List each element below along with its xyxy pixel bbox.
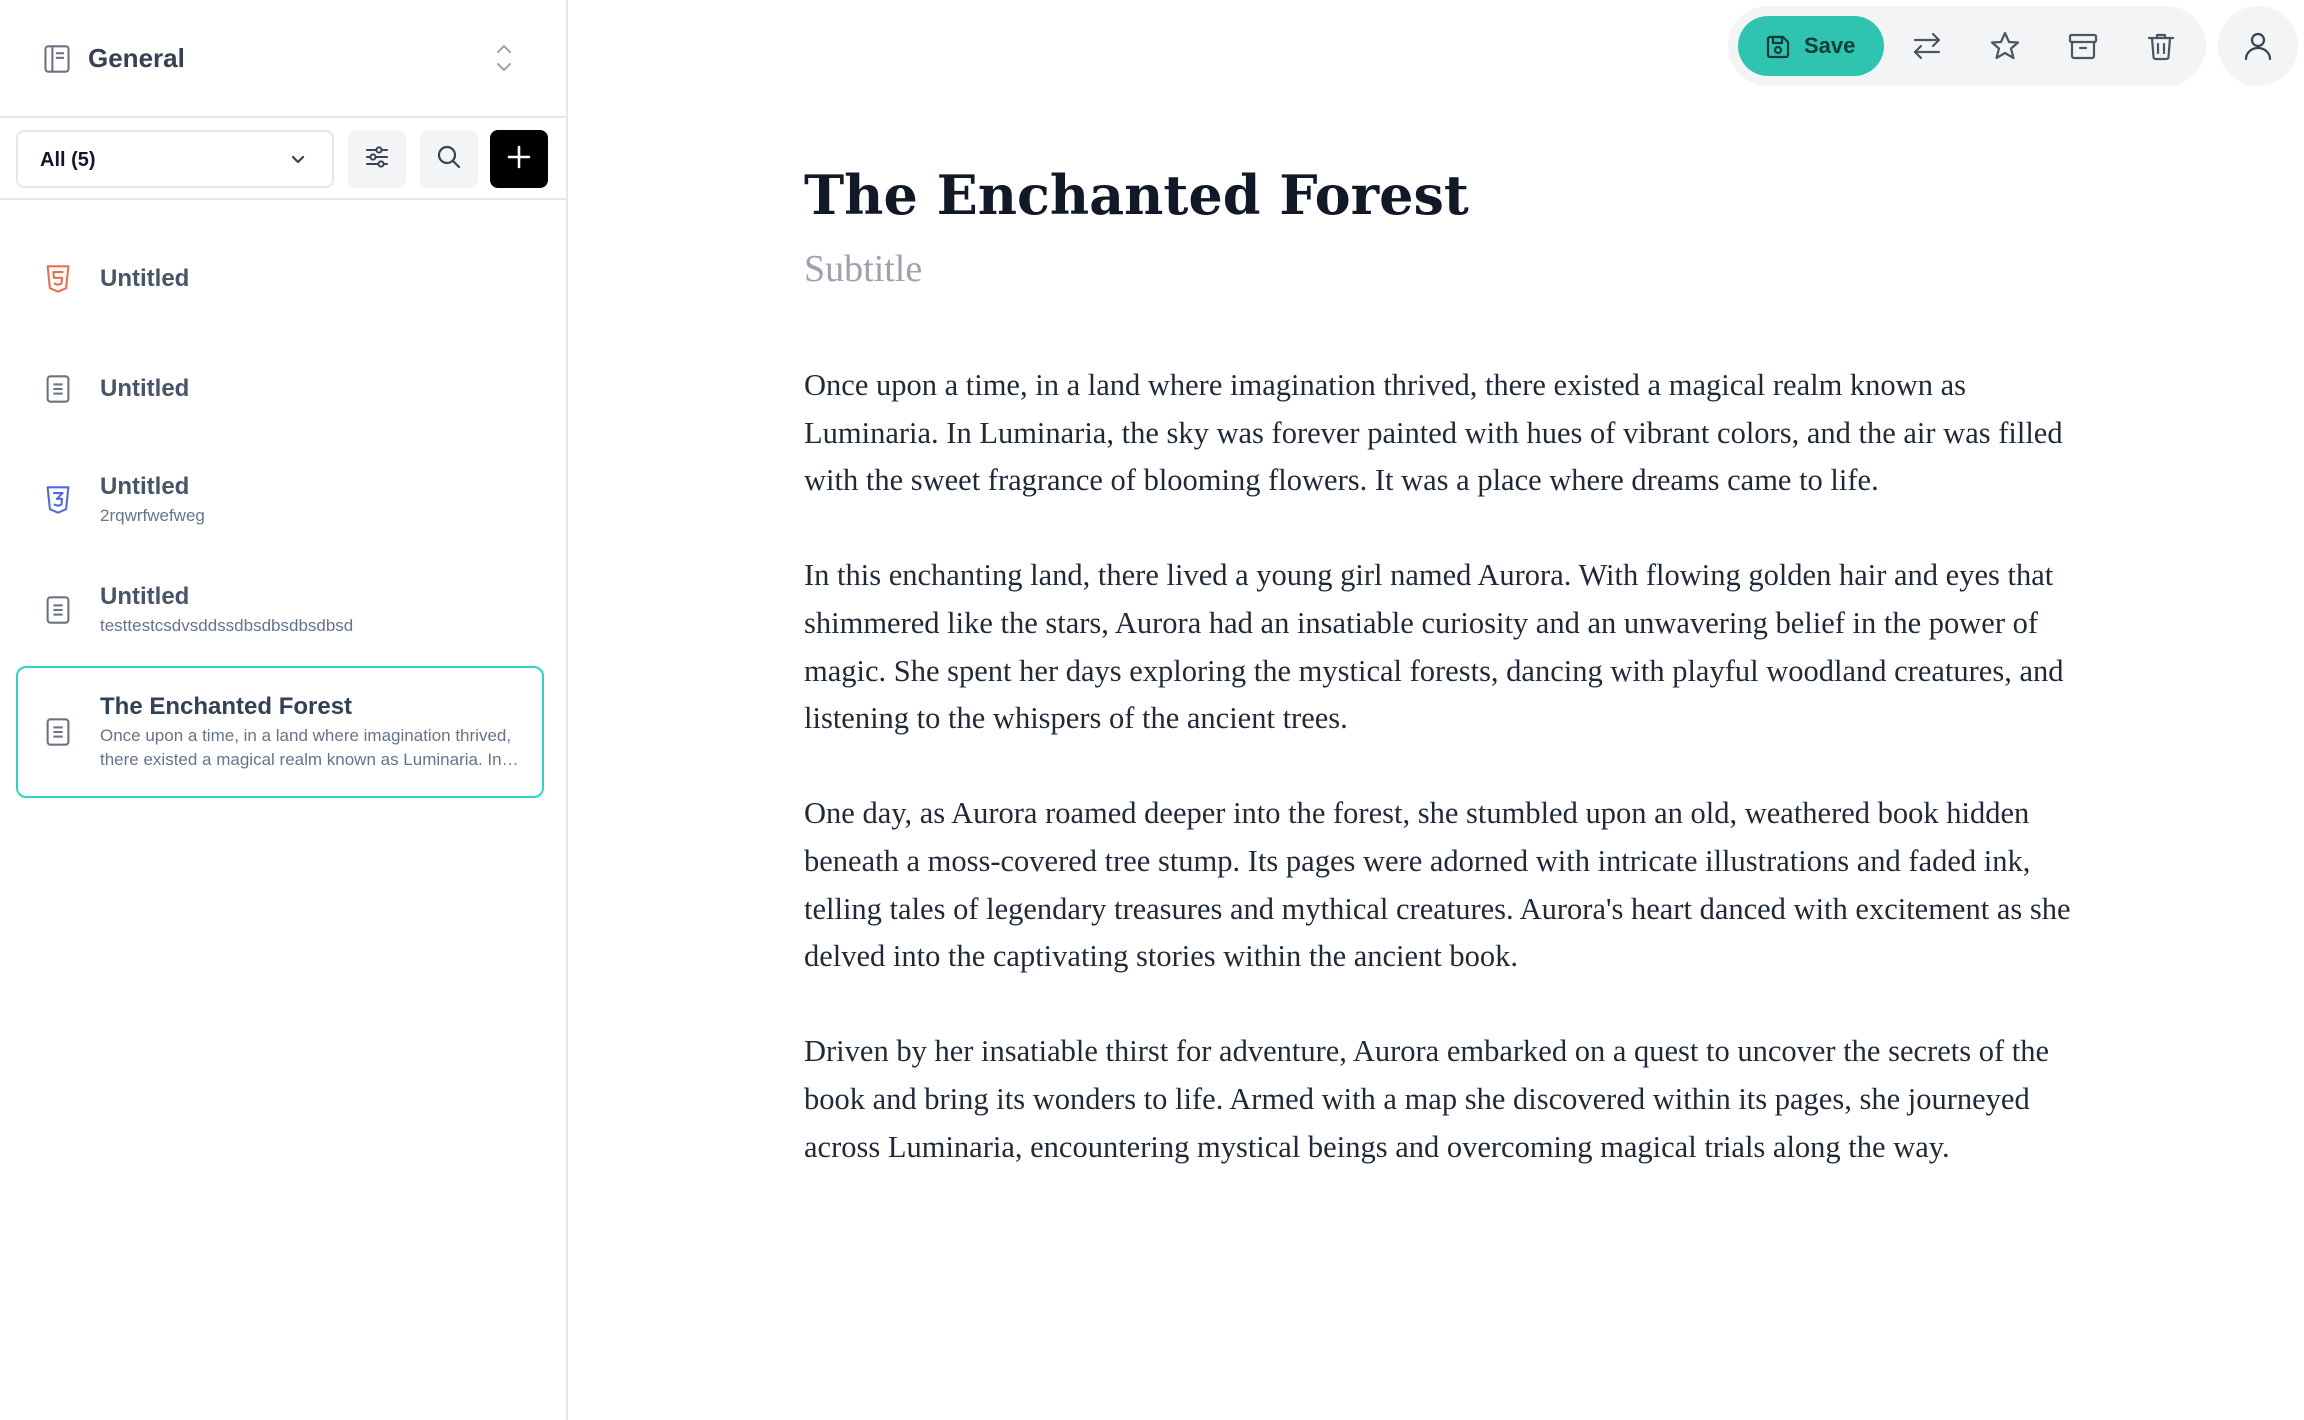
note-title: Untitled [100,583,190,610]
save-button-label: Save [1804,33,1856,58]
note-preview: Once upon a time, in a land where imagin… [100,726,512,769]
archive-icon[interactable] [2066,29,2100,63]
note-title: Untitled [100,265,190,292]
search-icon [435,143,463,176]
body-paragraph: Once upon a time, in a land where imagin… [804,368,2063,498]
html5-icon [44,264,72,294]
note-title: Untitled [100,375,190,402]
swap-icon[interactable] [1910,29,1944,63]
note-title: Untitled [100,473,190,500]
filter-select-value: All (5) [40,149,96,171]
star-icon[interactable] [1988,29,2022,63]
document-body[interactable]: Once upon a time, in a land where imagin… [804,362,2074,1219]
body-paragraph: In this enchanting land, there lived a y… [804,558,2064,736]
chevron-down-icon [288,150,308,170]
body-paragraph: Driven by her insatiable thirst for adve… [804,1034,2049,1164]
profile-button[interactable] [2218,6,2298,86]
filter-select[interactable]: All (5) [16,130,334,188]
search-button[interactable] [420,130,478,188]
document-title[interactable]: The Enchanted Forest [804,160,1469,230]
workspace-name: General [88,43,185,73]
plus-icon [505,143,533,176]
sliders-icon [363,143,391,176]
save-button[interactable]: Save [1738,16,1884,76]
save-icon [1764,33,1792,61]
document-icon [44,374,72,404]
note-title: The Enchanted Forest [100,693,353,720]
subtitle-field[interactable]: Subtitle [804,244,922,294]
sidebar-panel-icon [43,44,71,74]
note-list-item[interactable]: Untitled testtestcsdvsddssdbsdbsdbsdbsd [16,544,544,676]
trash-icon[interactable] [2144,29,2178,63]
app-root: General All (5) Untitled Untitled Untitl… [0,0,2304,1420]
note-preview: testtestcsdvsddssdbsdbsdbsdbsd [100,616,354,635]
filter-settings-button[interactable] [348,130,406,188]
document-icon [44,717,72,747]
workspace-header[interactable]: General [0,0,566,118]
chevron-up-down-icon[interactable] [492,40,516,76]
editor-action-bar: Save [1728,6,2206,86]
new-note-button[interactable] [490,130,548,188]
css3-icon [44,485,72,515]
note-list-item-active[interactable]: The Enchanted Forest Once upon a time, i… [16,666,544,798]
body-paragraph: One day, as Aurora roamed deeper into th… [804,796,2071,974]
note-preview: 2rqwrfwefweg [100,506,205,525]
document-icon [44,595,72,625]
sidebar-toolbar: All (5) [0,118,566,200]
sidebar: General All (5) Untitled Untitled Untitl… [0,0,568,1420]
